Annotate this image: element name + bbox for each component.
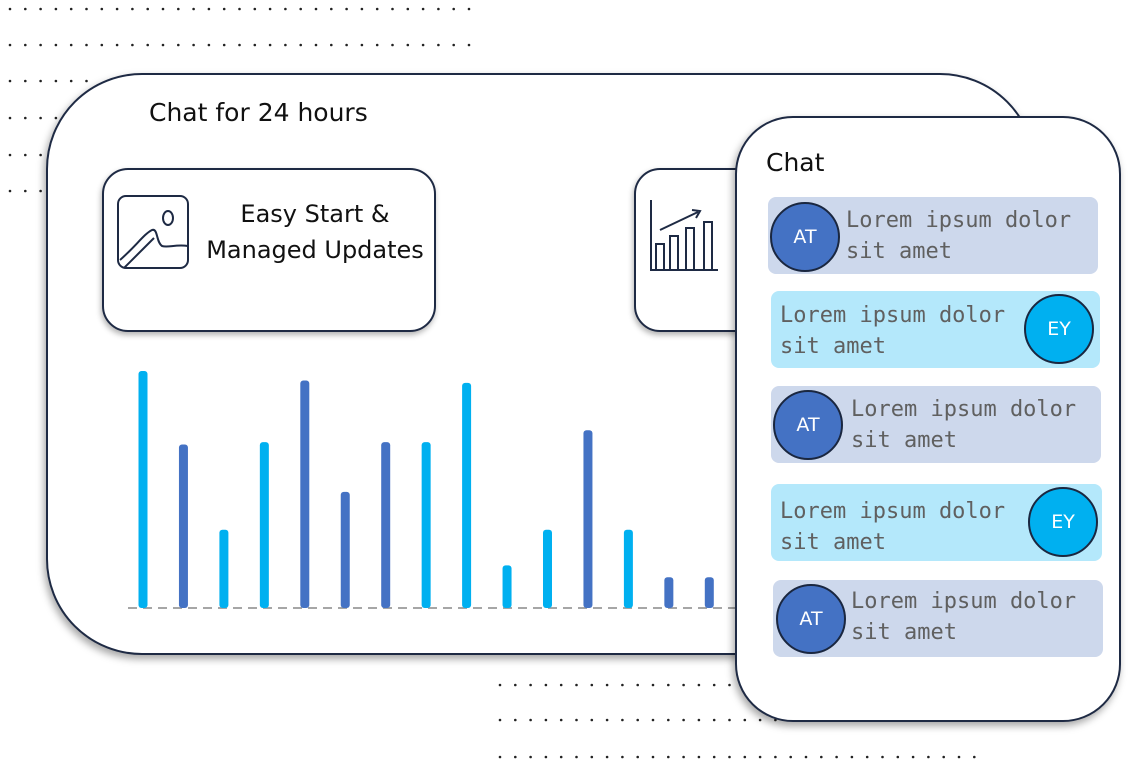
chat-message-line1: Lorem ipsum dolor — [851, 397, 1077, 422]
avatar[interactable]: AT — [776, 584, 846, 654]
chart-bar — [583, 430, 593, 608]
chart-bar — [340, 491, 350, 608]
chat-message-text: Lorem ipsum dolor sit amet — [851, 586, 1076, 648]
chat-message-line2: sit amet — [780, 530, 886, 555]
chat-message-line2: sit amet — [780, 334, 886, 359]
avatar[interactable]: AT — [773, 390, 843, 460]
avatar[interactable]: EY — [1024, 294, 1094, 364]
chat-message-line2: sit amet — [851, 428, 957, 453]
chat-message-line1: Lorem ipsum dolor — [780, 499, 1006, 524]
chat-title: Chat — [766, 148, 825, 177]
chart-bar — [300, 380, 310, 608]
chart-bar — [421, 442, 431, 608]
chat-message-text: Lorem ipsum dolor sit amet — [780, 300, 1005, 362]
chat-message-text: Lorem ipsum dolor sit amet — [780, 496, 1005, 558]
chat-message-line1: Lorem ipsum dolor — [780, 303, 1006, 328]
chat-message-line1: Lorem ipsum dolor — [851, 589, 1077, 614]
avatar[interactable]: EY — [1028, 487, 1098, 557]
chat-message-text: Lorem ipsum dolor sit amet — [851, 394, 1076, 456]
chart-bar — [462, 382, 472, 608]
chart-bar — [259, 442, 269, 608]
chart-bar — [219, 529, 229, 608]
chart-bar — [502, 565, 512, 608]
chat-message-line1: Lorem ipsum dolor — [846, 208, 1072, 233]
chart-bar — [704, 577, 714, 608]
chart-bar — [664, 577, 674, 608]
chart-bar — [138, 371, 148, 608]
chat-message-line2: sit amet — [846, 239, 952, 264]
chat-message-line2: sit amet — [851, 620, 957, 645]
chat-message-text: Lorem ipsum dolor sit amet — [846, 205, 1071, 267]
avatar[interactable]: AT — [770, 202, 840, 272]
chart-bar — [623, 529, 633, 608]
chart-bar — [543, 529, 552, 608]
chart-bar — [178, 444, 188, 608]
chart-bar — [381, 442, 391, 608]
stage: Chat for 24 hours Easy Start & Managed U… — [0, 0, 1140, 767]
